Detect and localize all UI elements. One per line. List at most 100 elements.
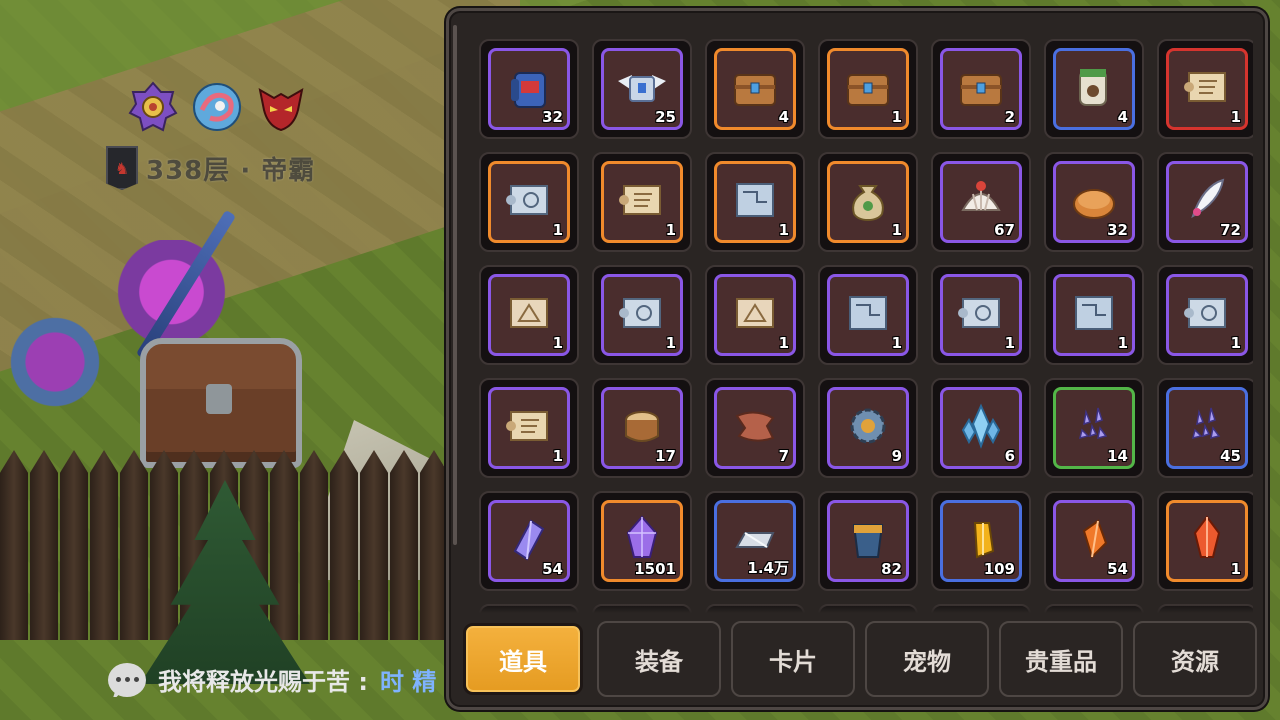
scroll-icon [1179,59,1235,119]
inventory-tabs: 道具 装备 卡片 宠物 贵重品 资源 [463,621,1257,697]
blue-dragon-medal-icon[interactable] [190,80,244,134]
inventory-slot[interactable]: 67 [931,152,1031,252]
companion-character[interactable] [0,290,110,450]
inventory-slot[interactable]: 14 [1044,378,1144,478]
item-quantity: 1.4万 [747,559,789,577]
ice-crystal-icon [953,398,1009,458]
item-quantity: 1 [1230,108,1241,126]
inventory-slot[interactable]: 54 [479,491,579,591]
tab-0[interactable]: 道具 [463,623,583,695]
tab-5[interactable]: 资源 [1133,621,1257,697]
inventory-slot[interactable]: 1501 [592,491,692,591]
inventory-slot[interactable]: 1 [592,265,692,365]
floor-label: 338层 · 帝霸 [146,155,316,186]
inventory-slot[interactable]: 45 [1157,378,1253,478]
item-quantity: 1 [552,334,563,352]
item-frame: 4 [1053,48,1135,130]
tab-4[interactable]: 贵重品 [999,621,1123,697]
chat-message: 时 精 [379,668,437,696]
inventory-slot[interactable]: 1 [818,39,918,139]
item-frame: 1 [1053,274,1135,356]
item-frame: 1 [827,161,909,243]
inventory-slot[interactable]: 7 [705,378,805,478]
inventory-slot[interactable]: 1 [1157,491,1253,591]
inventory-slot[interactable]: 25 [592,39,692,139]
red-demon-mask-icon[interactable] [254,80,308,134]
item-quantity: 54 [542,560,563,578]
gear-core-icon [840,398,896,458]
item-quantity: 25 [655,108,676,126]
inventory-slot[interactable]: 32 [479,39,579,139]
item-frame: 14 [1053,387,1135,469]
treasure-chest[interactable] [140,338,302,468]
inventory-slot[interactable]: 109 [931,491,1031,591]
chat-line[interactable]: 我将释放光赐于苦 : 时 精 [108,662,448,697]
inventory-slot[interactable]: 1 [1044,265,1144,365]
inventory-slot[interactable]: 6 [931,378,1031,478]
inventory-slot[interactable]: 1 [592,152,692,252]
map-scroll-icon [727,285,783,345]
inventory-slot[interactable]: 9 [818,378,918,478]
inventory-slot[interactable]: 1.4万 [705,491,805,591]
item-quantity: 1 [891,221,902,239]
inventory-slot[interactable]: 4 [705,39,805,139]
inventory-slot[interactable]: 2 [931,39,1031,139]
item-frame: 1 [827,274,909,356]
inventory-slot[interactable]: 1 [818,265,918,365]
item-frame: 1 [488,387,570,469]
inventory-slot[interactable]: 1 [705,265,805,365]
inventory-slot[interactable]: 1 [931,265,1031,365]
item-quantity: 54 [1107,560,1128,578]
inventory-slot[interactable]: 54 [1044,491,1144,591]
item-quantity: 32 [1107,221,1128,239]
inventory-slot[interactable]: 17 [592,378,692,478]
item-frame: 7 [714,387,796,469]
inventory-slot[interactable]: 1 [818,152,918,252]
inventory-slot[interactable]: 1 [479,265,579,365]
inventory-slot[interactable]: 1 [479,378,579,478]
item-frame: 25 [601,48,683,130]
item-frame: 1 [1166,48,1248,130]
purple-medal-icon[interactable] [126,80,180,134]
floor-rank-tag: ♞ 338层 · 帝霸 [106,146,315,190]
item-frame: 1 [601,274,683,356]
blueprint-sheet-icon [1066,285,1122,345]
item-frame: 1 [827,48,909,130]
item-quantity: 1 [1004,334,1015,352]
map-scroll-icon [501,285,557,345]
inventory-slot[interactable]: 1 [479,152,579,252]
item-frame: 17 [601,387,683,469]
item-frame: 1 [714,161,796,243]
item-frame: 67 [940,161,1022,243]
inventory-slot[interactable]: 1 [1157,265,1253,365]
inventory-slot[interactable]: 1 [705,152,805,252]
inventory-grid-viewport[interactable]: 32 25 4 1 2 4 1 1 1 1 1 67 32 72 1 1 1 1 1 1 1 1 17 7 9 6 14 45 54 15… [463,25,1253,613]
tab-3[interactable]: 宠物 [865,621,989,697]
item-quantity: 1 [665,334,676,352]
guild-banner-icon: ♞ [106,146,138,190]
tab-1[interactable]: 装备 [597,621,721,697]
money-bag-icon [840,172,896,232]
player-badges [126,80,308,134]
item-quantity: 1501 [634,560,676,578]
scrollbar[interactable] [453,25,457,545]
inventory-slot[interactable]: 4 [1044,39,1144,139]
chat-bubble-icon[interactable] [108,662,146,697]
inventory-slot[interactable]: 32 [1044,152,1144,252]
item-quantity: 14 [1107,447,1128,465]
item-quantity: 1 [778,221,789,239]
item-frame: 32 [1053,161,1135,243]
item-quantity: 1 [552,221,563,239]
inventory-slot[interactable]: 82 [818,491,918,591]
item-frame: 54 [488,500,570,582]
item-quantity: 1 [778,334,789,352]
item-frame: 1 [488,161,570,243]
item-frame: 1 [714,274,796,356]
tab-2[interactable]: 卡片 [731,621,855,697]
item-frame: 109 [940,500,1022,582]
blueprint-sheet-icon [727,172,783,232]
inventory-slot[interactable]: 72 [1157,152,1253,252]
inventory-slot[interactable]: 1 [1157,39,1253,139]
item-frame: 1 [601,161,683,243]
item-quantity: 9 [891,447,902,465]
